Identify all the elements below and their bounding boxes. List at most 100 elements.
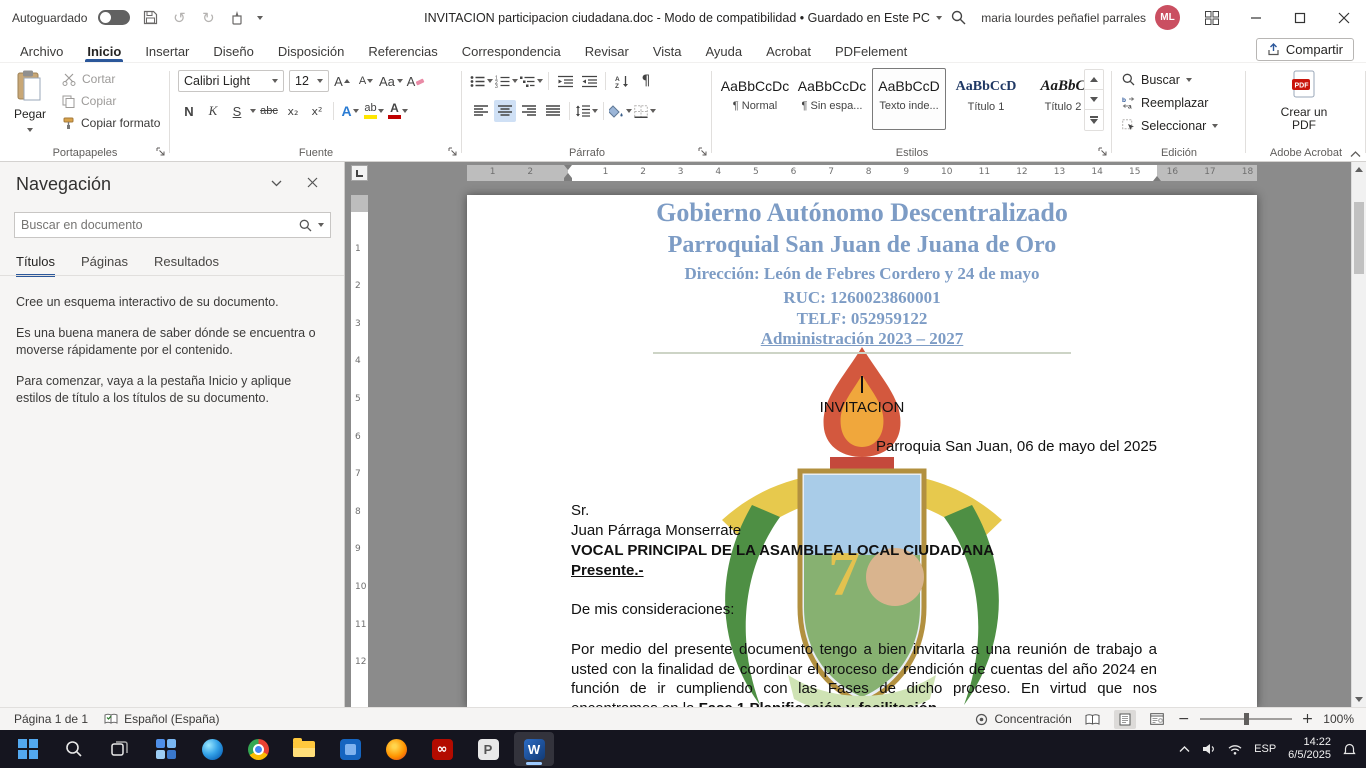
highlight-color-button[interactable]: ab bbox=[363, 100, 385, 122]
multilevel-list-button[interactable] bbox=[520, 70, 543, 92]
undo-icon[interactable]: ↺ bbox=[170, 9, 188, 27]
bullets-button[interactable] bbox=[470, 70, 493, 92]
shading-button[interactable] bbox=[609, 100, 632, 122]
pdfelement-icon[interactable]: P bbox=[468, 732, 508, 766]
align-left-button[interactable] bbox=[470, 100, 492, 122]
pinned-app-icon[interactable] bbox=[330, 732, 370, 766]
zoom-slider[interactable] bbox=[1200, 718, 1292, 720]
zoom-level[interactable]: 100% bbox=[1323, 712, 1354, 726]
align-right-button[interactable] bbox=[518, 100, 540, 122]
volume-icon[interactable] bbox=[1202, 743, 1216, 755]
task-view-icon[interactable] bbox=[100, 732, 140, 766]
line-spacing-button[interactable] bbox=[575, 100, 598, 122]
increase-indent-button[interactable] bbox=[578, 70, 600, 92]
clock[interactable]: 14:22 6/5/2025 bbox=[1288, 736, 1331, 762]
word-icon[interactable]: W bbox=[514, 732, 554, 766]
align-center-button[interactable] bbox=[494, 100, 516, 122]
navigation-options-chevron-icon[interactable] bbox=[271, 180, 282, 187]
tab-inicio[interactable]: Inicio bbox=[75, 35, 133, 62]
scroll-up-icon[interactable] bbox=[1352, 162, 1366, 177]
share-button[interactable]: Compartir bbox=[1256, 38, 1354, 61]
save-icon[interactable] bbox=[141, 9, 159, 27]
superscript-button[interactable]: x² bbox=[306, 100, 328, 122]
focus-mode-button[interactable]: Concentración bbox=[975, 712, 1071, 726]
nav-tab-titulos[interactable]: Títulos bbox=[16, 254, 55, 277]
navigation-close-icon[interactable] bbox=[307, 177, 318, 188]
nav-tab-paginas[interactable]: Páginas bbox=[81, 254, 128, 277]
tab-archivo[interactable]: Archivo bbox=[8, 35, 75, 62]
keyboard-language[interactable]: ESP bbox=[1254, 743, 1276, 755]
left-indent-marker[interactable] bbox=[564, 178, 572, 181]
font-color-button[interactable]: A bbox=[387, 100, 409, 122]
acrobat-icon[interactable]: ∞ bbox=[422, 732, 462, 766]
font-family-select[interactable]: Calibri Light bbox=[178, 70, 284, 92]
shrink-font-button[interactable]: A bbox=[355, 70, 377, 92]
tab-insertar[interactable]: Insertar bbox=[133, 35, 201, 62]
collapse-ribbon-icon[interactable] bbox=[1350, 150, 1361, 158]
navigation-search-icon[interactable] bbox=[299, 219, 312, 232]
zoom-in-button[interactable]: + bbox=[1302, 711, 1314, 727]
tab-vista[interactable]: Vista bbox=[641, 35, 694, 62]
print-layout-button[interactable] bbox=[1114, 710, 1136, 729]
style-no-spacing[interactable]: AaBbCcDc¶ Sin espa... bbox=[795, 68, 869, 130]
underline-caret-icon[interactable] bbox=[250, 109, 256, 113]
clear-formatting-button[interactable]: A bbox=[405, 70, 427, 92]
copy-button[interactable]: Copiar bbox=[62, 94, 116, 108]
format-painter-button[interactable]: Copiar formato bbox=[62, 116, 160, 130]
change-case-button[interactable]: Aa bbox=[379, 70, 403, 92]
style-heading-1[interactable]: AaBbCcDTítulo 1 bbox=[949, 68, 1023, 130]
styles-gallery-more-icon[interactable] bbox=[1085, 110, 1103, 130]
tab-disposicion[interactable]: Disposición bbox=[266, 35, 356, 62]
maximize-button[interactable] bbox=[1278, 0, 1322, 35]
decrease-indent-button[interactable] bbox=[554, 70, 576, 92]
first-line-indent-marker[interactable] bbox=[564, 165, 572, 170]
zoom-slider-thumb[interactable] bbox=[1244, 713, 1249, 725]
bold-button[interactable]: N bbox=[178, 100, 200, 122]
replace-button[interactable]: ba Reemplazar bbox=[1122, 92, 1218, 113]
language-status[interactable]: Español (España) bbox=[104, 712, 219, 726]
font-dialog-launcher[interactable] bbox=[448, 147, 458, 157]
styles-dialog-launcher[interactable] bbox=[1098, 147, 1108, 157]
tab-referencias[interactable]: Referencias bbox=[356, 35, 449, 62]
navigation-search-input[interactable] bbox=[21, 218, 299, 232]
select-button[interactable]: Seleccionar bbox=[1122, 115, 1218, 136]
scroll-down-icon[interactable] bbox=[1352, 692, 1366, 707]
start-button[interactable] bbox=[8, 732, 48, 766]
document-page[interactable]: 7 Gobierno Autónomo Descentralizado Parr… bbox=[467, 195, 1257, 707]
page-count-status[interactable]: Página 1 de 1 bbox=[14, 712, 88, 726]
ribbon-display-options-icon[interactable] bbox=[1190, 0, 1234, 35]
show-formatting-marks-button[interactable]: ¶ bbox=[635, 70, 657, 92]
styles-scroll-up-icon[interactable] bbox=[1085, 70, 1103, 90]
scrollbar-thumb[interactable] bbox=[1354, 202, 1364, 274]
zoom-out-button[interactable]: − bbox=[1178, 711, 1190, 727]
firefox-icon[interactable] bbox=[376, 732, 416, 766]
italic-button[interactable]: K bbox=[202, 100, 224, 122]
tray-chevron-icon[interactable] bbox=[1179, 745, 1190, 753]
redo-icon[interactable]: ↻ bbox=[199, 9, 217, 27]
find-button[interactable]: Buscar bbox=[1122, 69, 1218, 90]
tab-correspondencia[interactable]: Correspondencia bbox=[450, 35, 573, 62]
tab-acrobat[interactable]: Acrobat bbox=[754, 35, 823, 62]
paste-button[interactable]: Pegar bbox=[6, 70, 54, 135]
taskbar-search-icon[interactable] bbox=[54, 732, 94, 766]
search-icon[interactable] bbox=[949, 9, 967, 27]
tab-revisar[interactable]: Revisar bbox=[573, 35, 641, 62]
create-pdf-button[interactable]: PDF Crear un PDF bbox=[1272, 70, 1336, 132]
web-layout-button[interactable] bbox=[1146, 710, 1168, 729]
tab-diseno[interactable]: Diseño bbox=[201, 35, 265, 62]
text-effects-button[interactable]: A bbox=[339, 100, 361, 122]
grow-font-button[interactable]: A bbox=[331, 70, 353, 92]
font-size-select[interactable]: 12 bbox=[289, 70, 329, 92]
account-button[interactable]: maria lourdes peñafiel parrales ML bbox=[981, 5, 1180, 30]
edge-icon[interactable] bbox=[192, 732, 232, 766]
document-title[interactable]: INVITACION participacion ciudadana.doc -… bbox=[424, 0, 942, 35]
clipboard-dialog-launcher[interactable] bbox=[156, 147, 166, 157]
notifications-icon[interactable] bbox=[1343, 743, 1356, 756]
justify-button[interactable] bbox=[542, 100, 564, 122]
sort-button[interactable]: AZ bbox=[611, 70, 633, 92]
underline-button[interactable]: S bbox=[226, 100, 248, 122]
right-indent-marker[interactable] bbox=[1153, 176, 1161, 181]
paragraph-dialog-launcher[interactable] bbox=[698, 147, 708, 157]
read-mode-button[interactable] bbox=[1082, 710, 1104, 729]
file-explorer-icon[interactable] bbox=[284, 732, 324, 766]
